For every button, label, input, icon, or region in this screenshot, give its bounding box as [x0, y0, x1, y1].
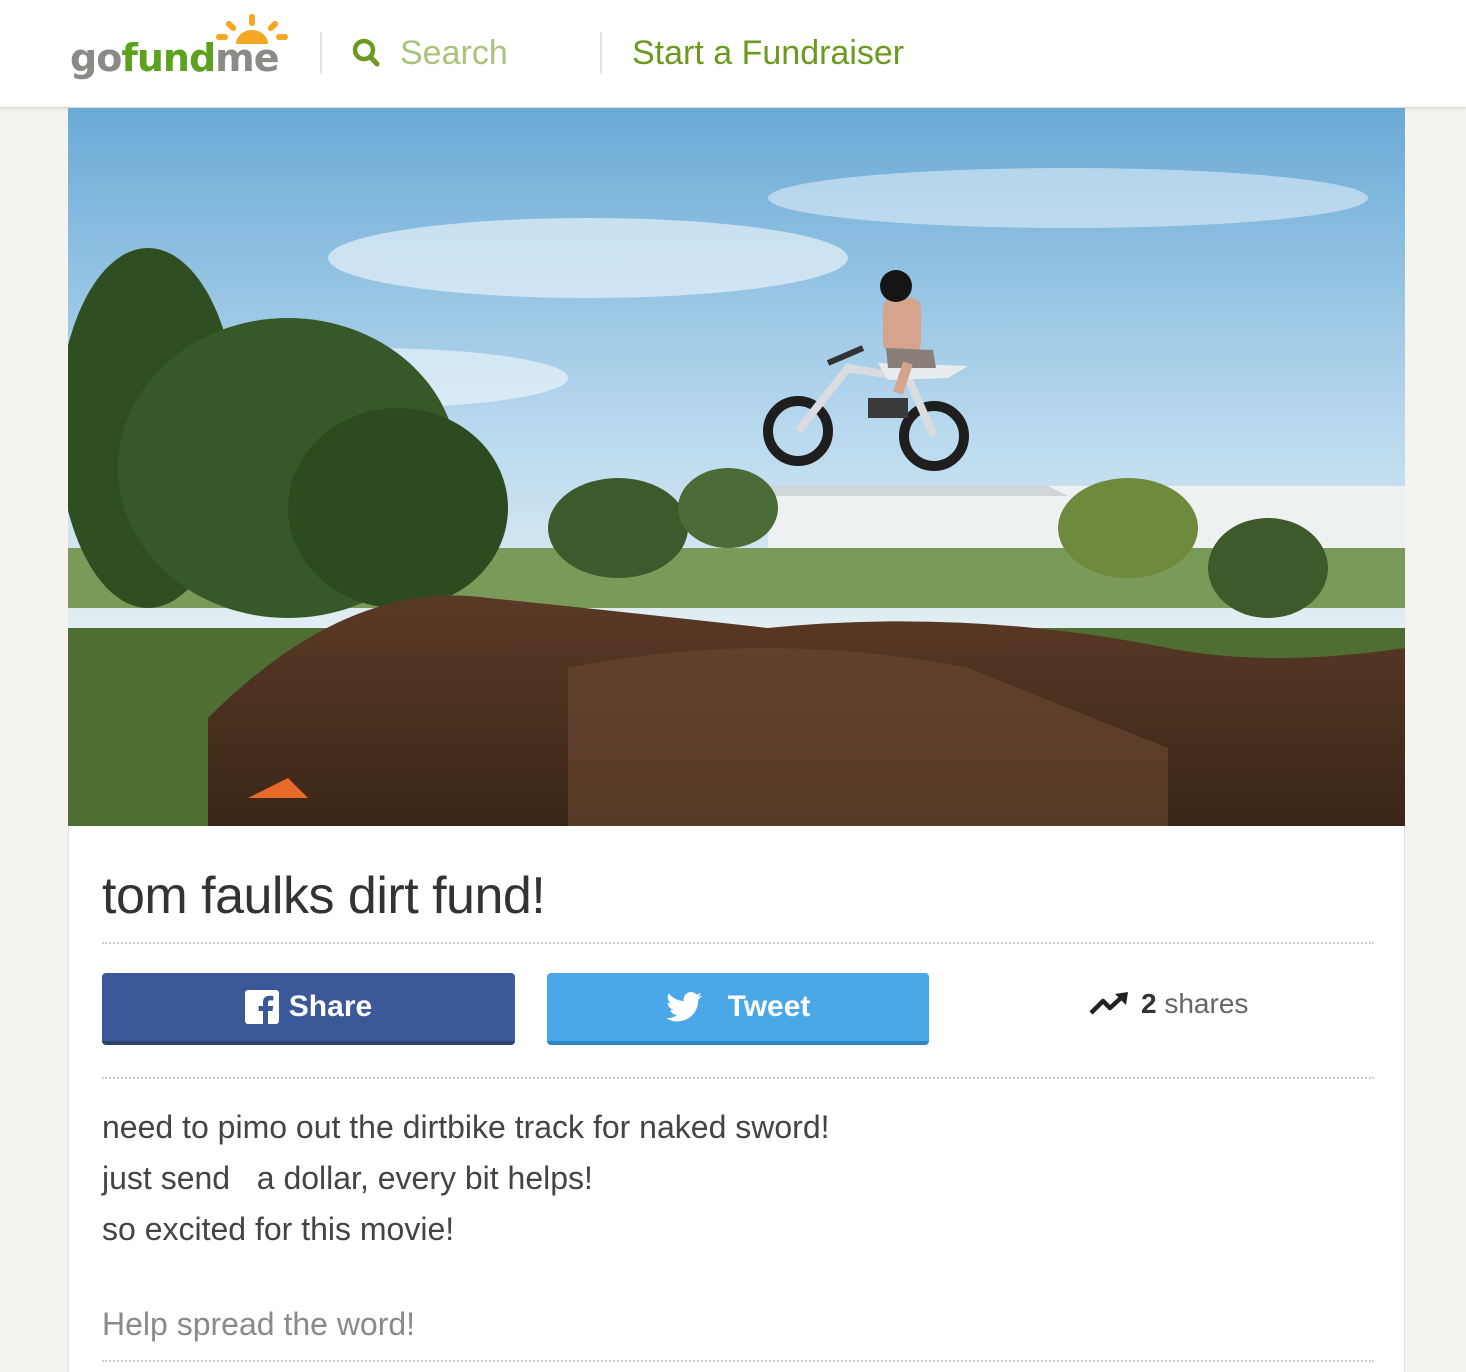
search-input[interactable]: Search [400, 30, 508, 76]
campaign-photo [68, 108, 1405, 826]
shares-counter: 2 shares [1089, 988, 1248, 1020]
tweet-button[interactable]: Tweet [547, 973, 929, 1045]
description-line: need to pimo out the dirtbike track for … [102, 1109, 830, 1145]
divider-dotted [102, 942, 1374, 944]
campaign-card: tom faulks dirt fund! Share Tweet 2 shar… [68, 826, 1405, 1372]
facebook-share-button[interactable]: Share [102, 973, 515, 1045]
shares-count: 2 [1141, 988, 1157, 1019]
trending-up-icon [1089, 992, 1128, 1015]
shares-label: shares [1164, 988, 1249, 1019]
tweet-label: Tweet [727, 990, 811, 1023]
search-icon[interactable] [352, 38, 380, 68]
start-fundraiser-link[interactable]: Start a Fundraiser [632, 30, 904, 76]
twitter-icon [665, 992, 702, 1022]
share-label: Share [288, 990, 373, 1023]
nav-divider [600, 32, 602, 74]
logo-wordmark: gofundme [70, 36, 280, 80]
campaign-description: need to pimo out the dirtbike track for … [102, 1102, 830, 1255]
spread-the-word-heading: Help spread the word! [102, 1306, 416, 1342]
top-navigation-bar: gofundme Search Start a Fundraiser [0, 0, 1466, 108]
logo-me: me [215, 36, 279, 80]
divider-dotted [102, 1360, 1374, 1362]
divider-dotted [102, 1077, 1374, 1079]
campaign-title: tom faulks dirt fund! [102, 867, 546, 925]
logo-fund: fund [121, 36, 216, 80]
gofundme-logo[interactable]: gofundme [68, 14, 290, 84]
description-line: just send a dollar, every bit helps! [102, 1160, 593, 1196]
nav-divider [320, 32, 322, 74]
campaign-photo-graphic [68, 108, 1405, 826]
facebook-icon [244, 990, 279, 1024]
logo-go: go [70, 36, 122, 80]
description-line: so excited for this movie! [102, 1211, 455, 1247]
